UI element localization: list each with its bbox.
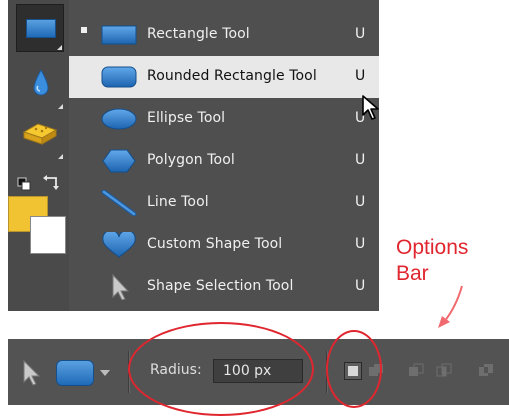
menu-item-label: Rectangle Tool (147, 26, 250, 42)
swap-colors-icon[interactable] (43, 175, 59, 190)
rounded-rectangle-icon (101, 66, 137, 88)
menu-item-shortcut: U (355, 152, 366, 168)
exclude-overlap-icon[interactable] (478, 362, 496, 380)
chevron-down-icon[interactable] (100, 370, 110, 376)
menu-item-ellipse-tool[interactable]: Ellipse Tool U (69, 98, 379, 140)
polygon-icon (102, 149, 136, 173)
blur-tool-button[interactable] (16, 62, 64, 110)
ellipse-icon (101, 108, 137, 130)
menu-item-shape-selection-tool[interactable]: Shape Selection Tool U (69, 266, 379, 308)
options-bar-annotation: Options Bar (396, 235, 468, 287)
annotation-line-1: Options (396, 236, 469, 259)
flyout-indicator-icon (58, 154, 63, 159)
rounded-rectangle-icon[interactable] (56, 360, 94, 386)
color-controls (16, 174, 64, 196)
tools-panel: Rectangle Tool U Rounded Rectangle Tool … (8, 0, 379, 311)
shape-mode-highlight-circle (326, 330, 382, 408)
sponge-tool-button[interactable] (16, 112, 64, 160)
shape-tools-flyout-menu: Rectangle Tool U Rounded Rectangle Tool … (69, 0, 379, 311)
menu-item-custom-shape-tool[interactable]: Custom Shape Tool U (69, 224, 379, 266)
menu-item-shortcut: U (355, 236, 366, 252)
annotation-arrow-icon (438, 285, 463, 328)
menu-item-label: Shape Selection Tool (147, 278, 294, 294)
flyout-indicator-icon (58, 104, 63, 109)
sponge-icon (22, 123, 58, 145)
menu-item-label: Ellipse Tool (147, 110, 226, 126)
water-drop-icon (33, 69, 49, 96)
menu-item-shortcut: U (355, 26, 366, 42)
menu-item-polygon-tool[interactable]: Polygon Tool U (69, 140, 379, 182)
rectangle-icon (26, 19, 56, 38)
menu-item-rounded-rectangle-tool[interactable]: Rounded Rectangle Tool U (69, 56, 379, 98)
mouse-pointer-icon (362, 95, 379, 120)
menu-item-label: Line Tool (147, 194, 209, 210)
shape-selection-icon[interactable] (20, 360, 42, 386)
menu-item-rectangle-tool[interactable]: Rectangle Tool U (69, 14, 379, 56)
rectangle-icon (101, 25, 137, 45)
menu-item-label: Polygon Tool (147, 152, 235, 168)
color-swap-icons (17, 175, 59, 191)
arrow-cursor-icon (112, 274, 130, 300)
menu-item-shortcut: U (355, 68, 366, 84)
menu-item-shortcut: U (355, 278, 366, 294)
heart-icon (102, 232, 136, 258)
menu-item-label: Custom Shape Tool (147, 236, 283, 252)
line-icon (101, 190, 137, 216)
menu-item-label: Rounded Rectangle Tool (147, 68, 317, 84)
intersect-shape-icon[interactable] (436, 362, 454, 380)
menu-item-line-tool[interactable]: Line Tool U (69, 182, 379, 224)
subtract-from-shape-icon[interactable] (408, 362, 426, 380)
shape-tool-button[interactable] (16, 4, 64, 52)
default-colors-icon[interactable] (17, 177, 31, 191)
menu-item-shortcut: U (355, 194, 366, 210)
toolbox (8, 0, 70, 311)
radius-highlight-circle (128, 322, 314, 416)
background-color-swatch[interactable] (30, 216, 66, 254)
checked-indicator-icon (81, 27, 87, 33)
flyout-indicator-icon (57, 45, 62, 50)
